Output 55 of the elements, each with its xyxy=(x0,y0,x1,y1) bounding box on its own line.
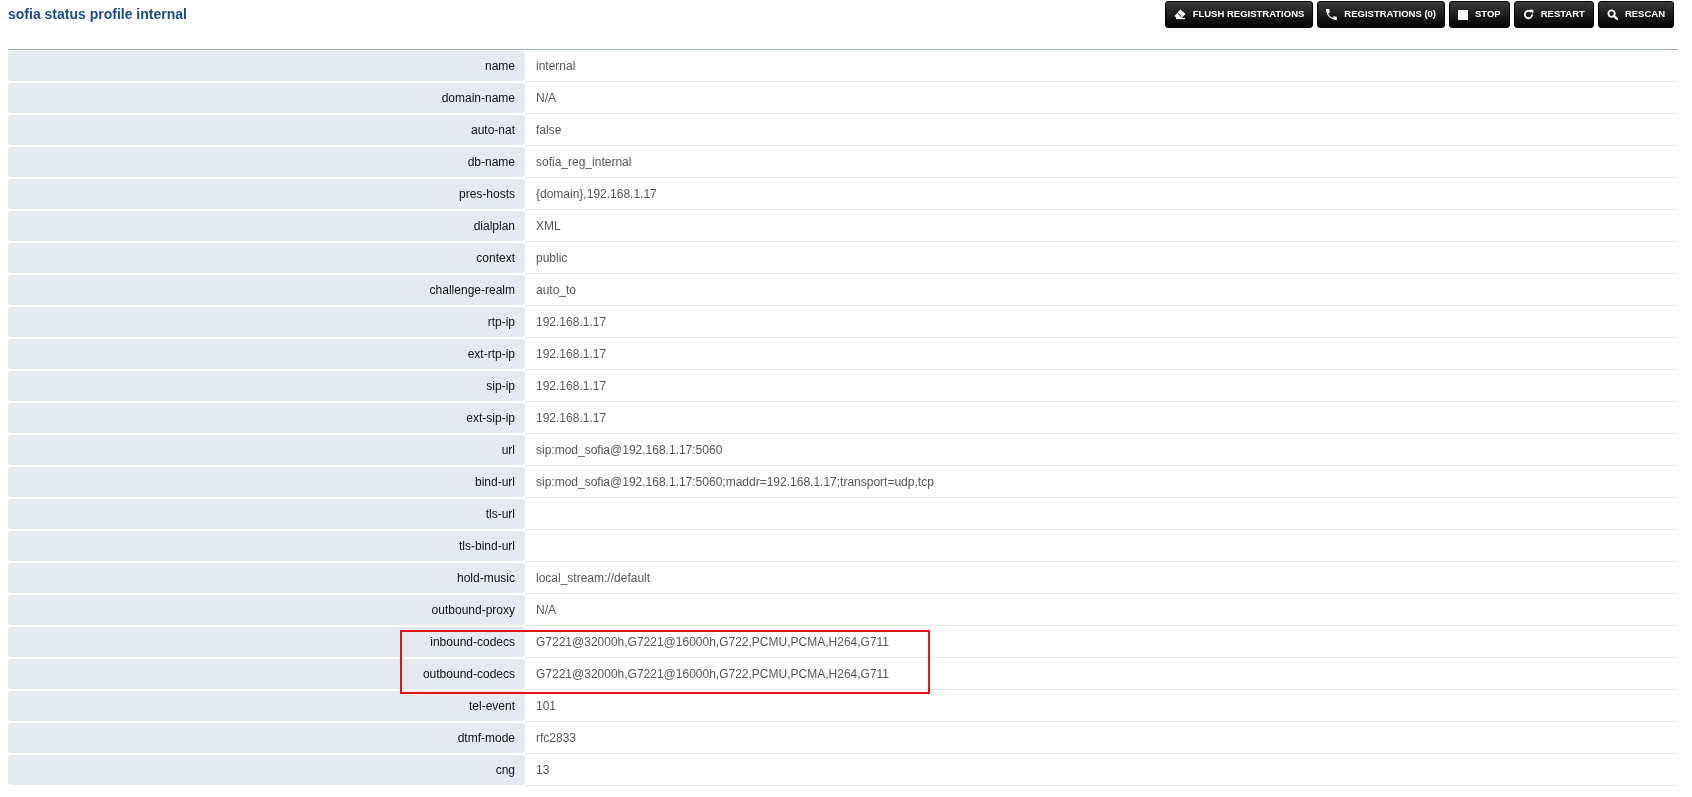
page-title: sofia status profile internal xyxy=(8,5,187,23)
field-label: ext-sip-ip xyxy=(8,403,525,433)
search-icon xyxy=(1606,9,1618,20)
field-label: tel-event xyxy=(8,691,525,721)
field-value: 13 xyxy=(536,761,550,779)
field-value: sofia_reg_internal xyxy=(536,153,632,171)
field-label: db-name xyxy=(8,147,525,177)
field-label: dtmf-mode xyxy=(8,723,525,753)
field-value: N/A xyxy=(536,601,556,619)
field-value: 101 xyxy=(536,697,557,715)
field-label: rtp-ip xyxy=(8,307,525,337)
eraser-icon xyxy=(1173,9,1186,20)
field-label: hold-music xyxy=(8,563,525,593)
stop-button[interactable]: STOP xyxy=(1449,1,1510,28)
field-value: sip:mod_sofia@192.168.1.17:5060;maddr=192.168.1.17;transport=udp,tcp xyxy=(536,473,934,491)
stop-icon xyxy=(1458,9,1468,20)
field-value: 192.168.1.17 xyxy=(536,313,607,331)
field-label: auto-nat xyxy=(8,115,525,145)
field-label: outbound-proxy xyxy=(8,595,525,625)
field-label: outbound-codecs xyxy=(8,659,525,689)
field-label: cng xyxy=(8,755,525,785)
field-value: rfc2833 xyxy=(536,729,577,747)
field-label: ext-rtp-ip xyxy=(8,339,525,369)
field-label: inbound-codecs xyxy=(8,627,525,657)
field-label: dialplan xyxy=(8,211,525,241)
field-value: sip:mod_sofia@192.168.1.17:5060 xyxy=(536,441,723,459)
field-value: false xyxy=(536,121,562,139)
field-label: bind-url xyxy=(8,467,525,497)
field-value: {domain},192.168.1.17 xyxy=(536,185,657,203)
field-value: local_stream://default xyxy=(536,569,651,587)
field-value: N/A xyxy=(536,89,556,107)
flush-registrations-button[interactable]: FLUSH REGISTRATIONS xyxy=(1164,1,1314,28)
field-label: sip-ip xyxy=(8,371,525,401)
field-value: auto_to xyxy=(536,281,577,299)
field-label: name xyxy=(8,51,525,81)
field-label: domain-name xyxy=(8,83,525,113)
field-value: G7221@32000h,G7221@16000h,G722,PCMU,PCMA,H264,G711 xyxy=(536,665,890,683)
restart-button[interactable]: RESTART xyxy=(1513,1,1594,28)
field-label: context xyxy=(8,243,525,273)
field-value: XML xyxy=(536,217,561,235)
field-value: 192.168.1.17 xyxy=(536,409,607,427)
rescan-button[interactable]: RESCAN xyxy=(1597,1,1674,28)
field-value: G7221@32000h,G7221@16000h,G722,PCMU,PCMA,H264,G711 xyxy=(536,633,890,651)
field-label: tls-bind-url xyxy=(8,531,525,561)
registrations-button[interactable]: REGISTRATIONS (0) xyxy=(1317,1,1445,28)
field-value: public xyxy=(536,249,568,267)
field-value: 192.168.1.17 xyxy=(536,377,607,395)
field-label: url xyxy=(8,435,525,465)
refresh-icon xyxy=(1522,9,1534,20)
field-label: challenge-realm xyxy=(8,275,525,305)
phone-icon xyxy=(1326,9,1338,20)
field-label: pres-hosts xyxy=(8,179,525,209)
field-label: tls-url xyxy=(8,499,525,529)
field-value: internal xyxy=(536,57,576,75)
field-value: 192.168.1.17 xyxy=(536,345,607,363)
